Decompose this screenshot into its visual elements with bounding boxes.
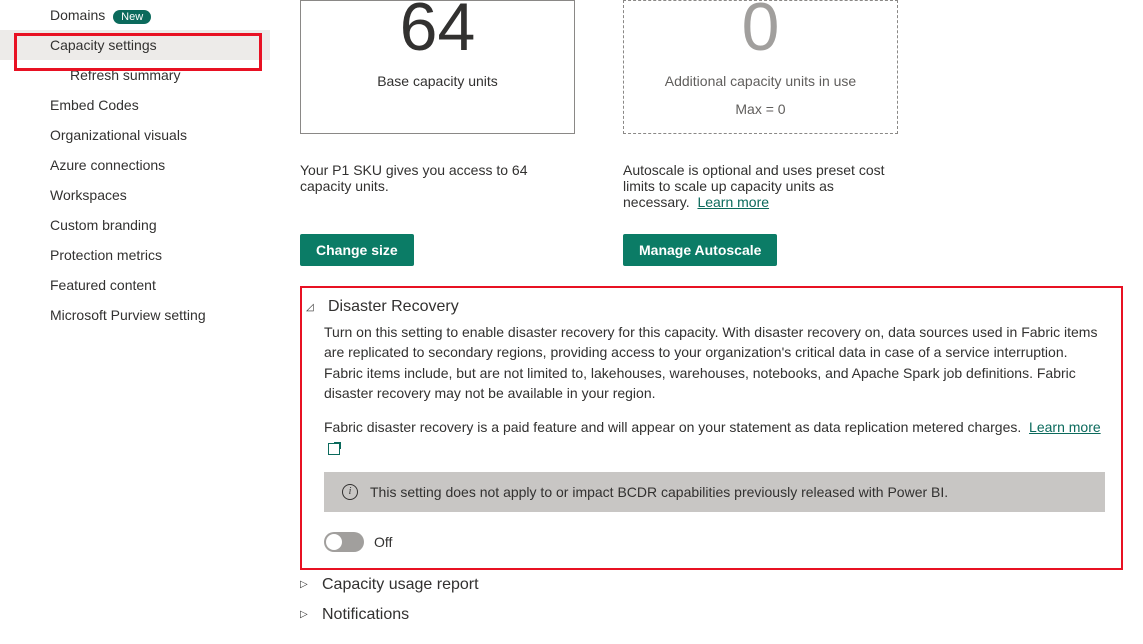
capacity-usage-report-header[interactable]: ▷ Capacity usage report: [300, 570, 1123, 600]
expand-icon: ▷: [300, 609, 314, 620]
additional-capacity-value: 0: [624, 0, 897, 61]
sidebar-item-protection-metrics[interactable]: Protection metrics: [0, 240, 270, 270]
manage-autoscale-button[interactable]: Manage Autoscale: [623, 234, 777, 266]
sidebar-item-featured-content[interactable]: Featured content: [0, 270, 270, 300]
sidebar-item-purview-setting[interactable]: Microsoft Purview setting: [0, 300, 270, 330]
info-icon: i: [342, 484, 358, 500]
dr-paragraph-1: Turn on this setting to enable disaster …: [324, 322, 1105, 403]
disaster-recovery-body: Turn on this setting to enable disaster …: [306, 322, 1105, 552]
sidebar-item-label: Refresh summary: [70, 67, 180, 83]
dr-info-text: This setting does not apply to or impact…: [370, 484, 948, 500]
change-size-button[interactable]: Change size: [300, 234, 414, 266]
dr-toggle-label: Off: [374, 534, 392, 550]
sidebar-item-label: Workspaces: [50, 187, 127, 203]
button-row: Change size Manage Autoscale: [300, 234, 1123, 266]
base-description: Your P1 SKU gives you access to 64 capac…: [300, 162, 575, 210]
sidebar-item-refresh-summary[interactable]: Refresh summary: [0, 60, 270, 90]
sidebar-item-label: Microsoft Purview setting: [50, 307, 206, 323]
autoscale-description: Autoscale is optional and uses preset co…: [623, 162, 898, 210]
sidebar-item-label: Embed Codes: [50, 97, 139, 113]
expand-icon: ▷: [300, 579, 314, 590]
additional-capacity-card: 0 Additional capacity units in use Max =…: [623, 0, 898, 134]
sidebar-item-label: Protection metrics: [50, 247, 162, 263]
capacity-usage-report-title: Capacity usage report: [322, 576, 479, 594]
dr-paragraph-2: Fabric disaster recovery is a paid featu…: [324, 417, 1105, 458]
main-content: 64 Base capacity units 0 Additional capa…: [300, 0, 1143, 630]
sidebar-item-capacity-settings[interactable]: Capacity settings: [0, 30, 270, 60]
description-row: Your P1 SKU gives you access to 64 capac…: [300, 162, 1123, 210]
sidebar-item-domains[interactable]: Domains New: [0, 0, 270, 30]
new-badge: New: [113, 10, 151, 24]
dr-p2-text: Fabric disaster recovery is a paid featu…: [324, 419, 1021, 435]
disaster-recovery-title: Disaster Recovery: [328, 298, 459, 316]
sidebar-item-azure-connections[interactable]: Azure connections: [0, 150, 270, 180]
sidebar-item-custom-branding[interactable]: Custom branding: [0, 210, 270, 240]
sidebar-item-label: Domains: [50, 7, 105, 23]
sidebar: Domains New Capacity settings Refresh su…: [0, 0, 270, 330]
additional-capacity-label: Additional capacity units in use: [624, 73, 897, 89]
notifications-header[interactable]: ▷ Notifications: [300, 600, 1123, 630]
notifications-title: Notifications: [322, 606, 409, 624]
base-capacity-card: 64 Base capacity units: [300, 0, 575, 134]
autoscale-learn-more-link[interactable]: Learn more: [697, 194, 769, 210]
external-link-icon: [328, 443, 340, 455]
collapse-icon: ◿: [306, 302, 320, 313]
capacity-cards-row: 64 Base capacity units 0 Additional capa…: [300, 0, 1123, 134]
additional-capacity-max: Max = 0: [624, 101, 897, 117]
dr-toggle[interactable]: [324, 532, 364, 552]
sidebar-item-label: Featured content: [50, 277, 156, 293]
sidebar-item-label: Capacity settings: [50, 37, 157, 53]
dr-learn-more-link[interactable]: Learn more: [1029, 419, 1101, 435]
toggle-knob: [326, 534, 342, 550]
sidebar-item-embed-codes[interactable]: Embed Codes: [0, 90, 270, 120]
disaster-recovery-highlight: ◿ Disaster Recovery Turn on this setting…: [300, 286, 1123, 570]
sidebar-item-label: Azure connections: [50, 157, 165, 173]
sidebar-item-label: Organizational visuals: [50, 127, 187, 143]
dr-info-bar: i This setting does not apply to or impa…: [324, 472, 1105, 512]
base-capacity-value: 64: [301, 0, 574, 61]
sidebar-item-label: Custom branding: [50, 217, 157, 233]
disaster-recovery-header[interactable]: ◿ Disaster Recovery: [306, 292, 1105, 322]
dr-toggle-row: Off: [324, 532, 1105, 552]
sidebar-item-organizational-visuals[interactable]: Organizational visuals: [0, 120, 270, 150]
sidebar-item-workspaces[interactable]: Workspaces: [0, 180, 270, 210]
base-capacity-label: Base capacity units: [301, 73, 574, 89]
